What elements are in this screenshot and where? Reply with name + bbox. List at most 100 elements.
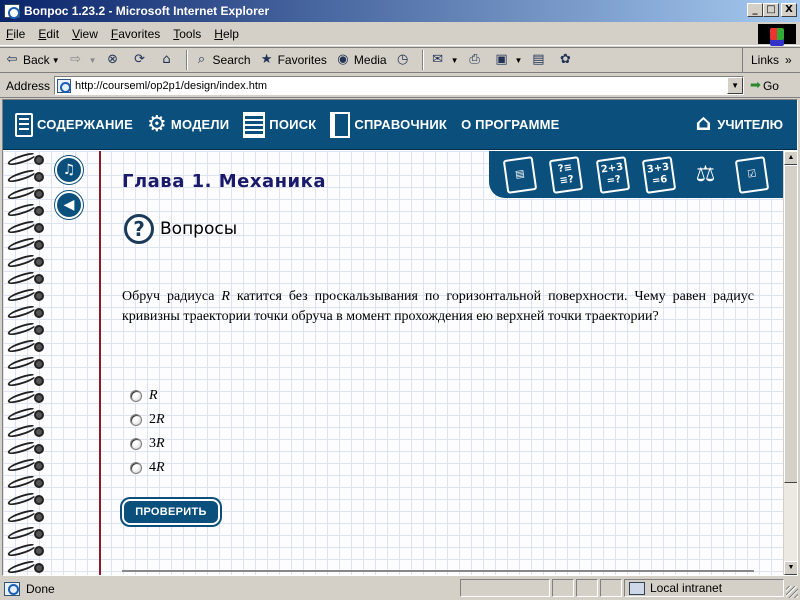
- scroll-up-icon[interactable]: ▲: [784, 151, 797, 165]
- go-button[interactable]: ➡ Go: [750, 78, 779, 93]
- example-icon[interactable]: 3+3 =6: [641, 155, 677, 194]
- address-label: Address: [6, 78, 51, 93]
- nav-contents[interactable]: СОДЕРЖАНИЕ: [15, 112, 133, 137]
- home-button[interactable]: ⌂: [159, 52, 178, 68]
- spiral-ring: [6, 456, 45, 474]
- edit-icon: ▣: [495, 52, 508, 67]
- nav-models[interactable]: ⚙ МОДЕЛИ: [146, 111, 230, 137]
- answer-option[interactable]: 3R: [130, 432, 165, 456]
- back-dropdown-icon[interactable]: ▼: [52, 56, 60, 65]
- mail-button[interactable]: ✉ ▼: [430, 52, 459, 68]
- test-checklist-icon[interactable]: ☑: [734, 155, 770, 194]
- status-panel: [552, 579, 574, 597]
- address-dropdown-icon[interactable]: ▼: [727, 77, 744, 94]
- vertical-scrollbar[interactable]: ▲ ▼: [783, 151, 797, 575]
- spiral-ring: [6, 269, 45, 287]
- messenger-icon: ✿: [560, 52, 571, 67]
- gears-icon: ⚙: [146, 111, 167, 137]
- forward-button[interactable]: ⇨ ▼: [68, 52, 97, 68]
- favorites-star-icon: ★: [260, 52, 273, 67]
- stop-button[interactable]: ⊗: [105, 52, 124, 68]
- search-button[interactable]: ⌕ Search: [194, 52, 251, 68]
- links-chevron-icon[interactable]: »: [785, 53, 792, 67]
- scroll-thumb[interactable]: [784, 165, 797, 483]
- nav-models-label: МОДЕЛИ: [170, 117, 230, 132]
- resize-grip-icon[interactable]: [786, 586, 798, 598]
- chapter-title: Глава 1. Механика: [122, 171, 327, 192]
- spiral-ring: [6, 541, 45, 559]
- edit-dropdown-icon[interactable]: ▼: [515, 56, 523, 65]
- spiral-ring: [6, 303, 45, 321]
- nav-reference[interactable]: СПРАВОЧНИК: [330, 111, 447, 138]
- maximize-button[interactable]: □: [763, 3, 779, 17]
- nav-contents-label: СОДЕРЖАНИЕ: [37, 117, 133, 132]
- standard-toolbar: ⇦ Back ▼ ⇨ ▼ ⊗ ⟳ ⌂ ⌕ Search ★ Favorites …: [0, 47, 800, 73]
- music-note-icon: ♫: [62, 162, 76, 178]
- spiral-ring: [6, 286, 45, 304]
- links-toolbar[interactable]: Links »: [742, 48, 800, 72]
- status-panel: [460, 579, 550, 597]
- minimize-button[interactable]: _: [747, 3, 763, 17]
- option-coef: 3: [149, 436, 156, 451]
- sound-button[interactable]: ♫: [55, 156, 83, 184]
- spiral-ring: [6, 235, 45, 253]
- close-button[interactable]: X: [781, 3, 797, 17]
- ie-page-icon: [4, 4, 20, 19]
- window-controls: _ □ X: [747, 3, 797, 17]
- spiral-ring: [6, 507, 45, 525]
- answer-option[interactable]: 4R: [130, 456, 165, 480]
- nav-search[interactable]: ПОИСК: [243, 111, 317, 138]
- links-label: Links: [751, 53, 780, 67]
- history-button[interactable]: ◷: [395, 52, 414, 68]
- spiral-ring: [6, 473, 45, 491]
- notebook-page: ♫ ◀ Глава 1. Механика ▤ ?≡ ≡? 2+3 =? 3+3…: [3, 150, 783, 575]
- menu-file[interactable]: File: [6, 27, 25, 41]
- answer-option[interactable]: R: [130, 384, 165, 408]
- answer-radio[interactable]: [130, 414, 142, 426]
- menu-view[interactable]: View: [72, 27, 98, 41]
- messenger-button[interactable]: ✿: [557, 52, 576, 68]
- speaker-button[interactable]: ◀: [55, 191, 83, 219]
- menu-tools[interactable]: Tools: [173, 27, 201, 41]
- mail-dropdown-icon[interactable]: ▼: [451, 56, 459, 65]
- address-url[interactable]: http://courseml/op2p1/design/index.htm: [75, 80, 267, 92]
- page-done-icon: [4, 581, 20, 596]
- answer-radio[interactable]: [130, 390, 142, 402]
- menu-edit[interactable]: Edit: [38, 27, 59, 41]
- nav-about[interactable]: ? О ПРОГРАММЕ: [122, 117, 560, 263]
- forward-dropdown-icon[interactable]: ▼: [89, 56, 97, 65]
- back-button[interactable]: ⇦ Back ▼: [4, 52, 60, 68]
- media-button[interactable]: ◉ Media: [335, 52, 386, 68]
- answer-radio[interactable]: [130, 438, 142, 450]
- theory-book-icon[interactable]: ▤: [502, 155, 538, 194]
- exercise-icon[interactable]: 2+3 =?: [595, 155, 631, 194]
- edit-button[interactable]: ▣ ▼: [494, 52, 523, 68]
- scroll-down-icon[interactable]: ▼: [784, 561, 797, 575]
- check-answer-button[interactable]: ПРОВЕРИТЬ: [122, 499, 220, 525]
- nav-search-label: ПОИСК: [269, 117, 317, 132]
- answer-option[interactable]: 2R: [130, 408, 165, 432]
- refresh-button[interactable]: ⟳: [132, 52, 151, 68]
- nav-teacher[interactable]: ⌂ УЧИТЕЛЮ: [696, 112, 783, 136]
- book-icon: [15, 112, 33, 137]
- discuss-button[interactable]: ▤: [530, 52, 549, 68]
- zone-label: Local intranet: [650, 581, 723, 595]
- spiral-ring: [6, 252, 45, 270]
- nav-about-label: О ПРОГРАММЕ: [461, 117, 560, 132]
- menu-favorites[interactable]: Favorites: [111, 27, 160, 41]
- scales-icon[interactable]: ⚖: [690, 157, 721, 192]
- spiral-ring: [6, 371, 45, 389]
- answer-options: R 2R 3R 4R: [130, 384, 165, 480]
- spiral-ring: [6, 354, 45, 372]
- address-input[interactable]: http://courseml/op2p1/design/index.htm ▼: [54, 76, 745, 95]
- task-tabs-panel: ▤ ?≡ ≡? 2+3 =? 3+3 =6 ⚖ ☑: [489, 151, 783, 198]
- media-icon: ◉: [337, 52, 349, 67]
- forward-arrow-icon: ⇨: [70, 52, 82, 67]
- answer-radio[interactable]: [130, 462, 142, 474]
- history-icon: ◷: [396, 52, 409, 67]
- menu-help[interactable]: Help: [214, 27, 239, 41]
- favorites-button[interactable]: ★ Favorites: [259, 52, 327, 68]
- section-title: Вопросы: [160, 219, 238, 239]
- print-button[interactable]: ⎙: [467, 52, 486, 68]
- questions-icon[interactable]: ?≡ ≡?: [549, 155, 584, 194]
